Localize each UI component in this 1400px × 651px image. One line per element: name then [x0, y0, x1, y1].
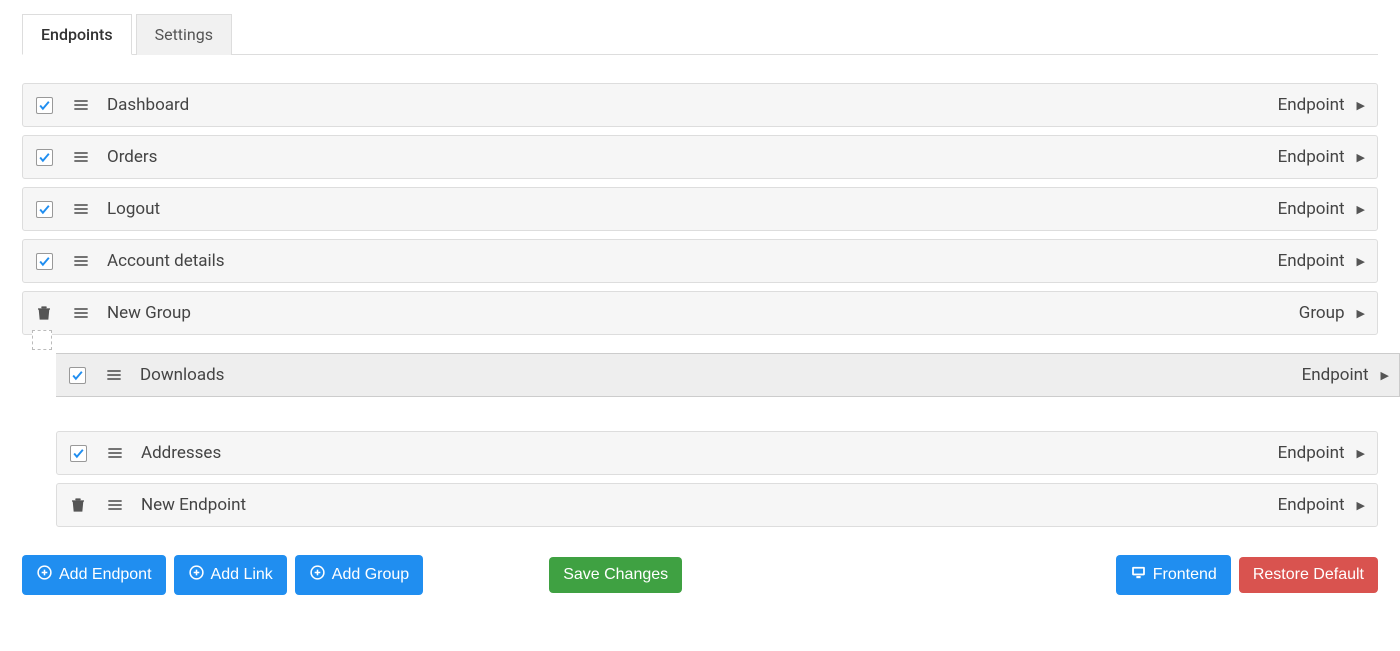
drag-handle-icon[interactable] [73, 254, 91, 268]
row-type-label: Endpoint [1278, 147, 1345, 167]
restore-default-label: Restore Default [1253, 566, 1364, 584]
row-type-label: Endpoint [1278, 443, 1345, 463]
endpoint-list: DashboardEndpoint▶OrdersEndpoint▶LogoutE… [22, 83, 1378, 527]
enabled-checkbox[interactable] [35, 148, 53, 166]
row-type-label: Endpoint [1278, 251, 1345, 271]
plus-circle-icon [36, 564, 53, 586]
row-label: Dashboard [107, 95, 1278, 115]
frontend-label: Frontend [1153, 566, 1217, 584]
expand-caret-icon[interactable]: ▶ [1357, 447, 1365, 460]
list-row[interactable]: OrdersEndpoint ▶ [22, 135, 1378, 179]
frontend-button[interactable]: Frontend [1116, 555, 1231, 595]
row-label: Logout [107, 199, 1278, 219]
row-label: Downloads [140, 365, 1302, 385]
add-group-label: Add Group [332, 566, 409, 584]
add-link-label: Add Link [211, 566, 273, 584]
tabs: Endpoints Settings [22, 14, 1378, 55]
list-row[interactable]: Account detailsEndpoint ▶ [22, 239, 1378, 283]
drag-handle-icon[interactable] [73, 98, 91, 112]
enabled-checkbox[interactable] [69, 444, 87, 462]
row-type-label: Endpoint [1278, 95, 1345, 115]
enabled-checkbox[interactable] [35, 96, 53, 114]
row-label: New Group [107, 303, 1299, 323]
delete-icon[interactable] [69, 496, 87, 514]
drag-handle-icon[interactable] [73, 150, 91, 164]
save-changes-label: Save Changes [563, 566, 668, 584]
expand-caret-icon[interactable]: ▶ [1357, 203, 1365, 216]
drag-handle-icon[interactable] [73, 306, 91, 320]
expand-caret-icon[interactable]: ▶ [1357, 307, 1365, 320]
list-row[interactable]: AddressesEndpoint ▶ [56, 431, 1378, 475]
drag-handle-icon[interactable] [106, 368, 124, 382]
save-changes-button[interactable]: Save Changes [549, 557, 682, 593]
delete-icon[interactable] [35, 304, 53, 322]
plus-circle-icon [188, 564, 205, 586]
add-endpoint-button[interactable]: Add Endpont [22, 555, 166, 595]
tab-settings[interactable]: Settings [136, 14, 232, 55]
row-type-label: Endpoint [1302, 365, 1369, 385]
list-row[interactable]: New EndpointEndpoint ▶ [56, 483, 1378, 527]
add-group-button[interactable]: Add Group [295, 555, 423, 595]
expand-caret-icon[interactable]: ▶ [1381, 369, 1389, 382]
monitor-icon [1130, 564, 1147, 586]
row-type-label: Endpoint [1278, 495, 1345, 515]
drag-handle-icon[interactable] [73, 202, 91, 216]
drag-placeholder [32, 330, 52, 350]
drag-handle-icon[interactable] [107, 446, 125, 460]
add-endpoint-label: Add Endpont [59, 566, 152, 584]
row-label: Account details [107, 251, 1278, 271]
enabled-checkbox[interactable] [35, 200, 53, 218]
expand-caret-icon[interactable]: ▶ [1357, 99, 1365, 112]
tab-endpoints[interactable]: Endpoints [22, 14, 132, 55]
enabled-checkbox[interactable] [68, 366, 86, 384]
expand-caret-icon[interactable]: ▶ [1357, 151, 1365, 164]
list-row[interactable]: DashboardEndpoint ▶ [22, 83, 1378, 127]
row-type-label: Endpoint [1278, 199, 1345, 219]
list-row[interactable]: DownloadsEndpoint ▶ [56, 353, 1400, 397]
row-type-label: Group [1299, 303, 1345, 323]
list-row[interactable]: LogoutEndpoint ▶ [22, 187, 1378, 231]
enabled-checkbox[interactable] [35, 252, 53, 270]
plus-circle-icon [309, 564, 326, 586]
expand-caret-icon[interactable]: ▶ [1357, 499, 1365, 512]
expand-caret-icon[interactable]: ▶ [1357, 255, 1365, 268]
actions-bar: Add Endpont Add Link Add Group Save Chan… [22, 555, 1378, 595]
row-label: New Endpoint [141, 495, 1278, 515]
drag-handle-icon[interactable] [107, 498, 125, 512]
add-link-button[interactable]: Add Link [174, 555, 287, 595]
restore-default-button[interactable]: Restore Default [1239, 557, 1378, 593]
list-row[interactable]: New GroupGroup ▶ [22, 291, 1378, 335]
row-label: Addresses [141, 443, 1278, 463]
row-label: Orders [107, 147, 1278, 167]
